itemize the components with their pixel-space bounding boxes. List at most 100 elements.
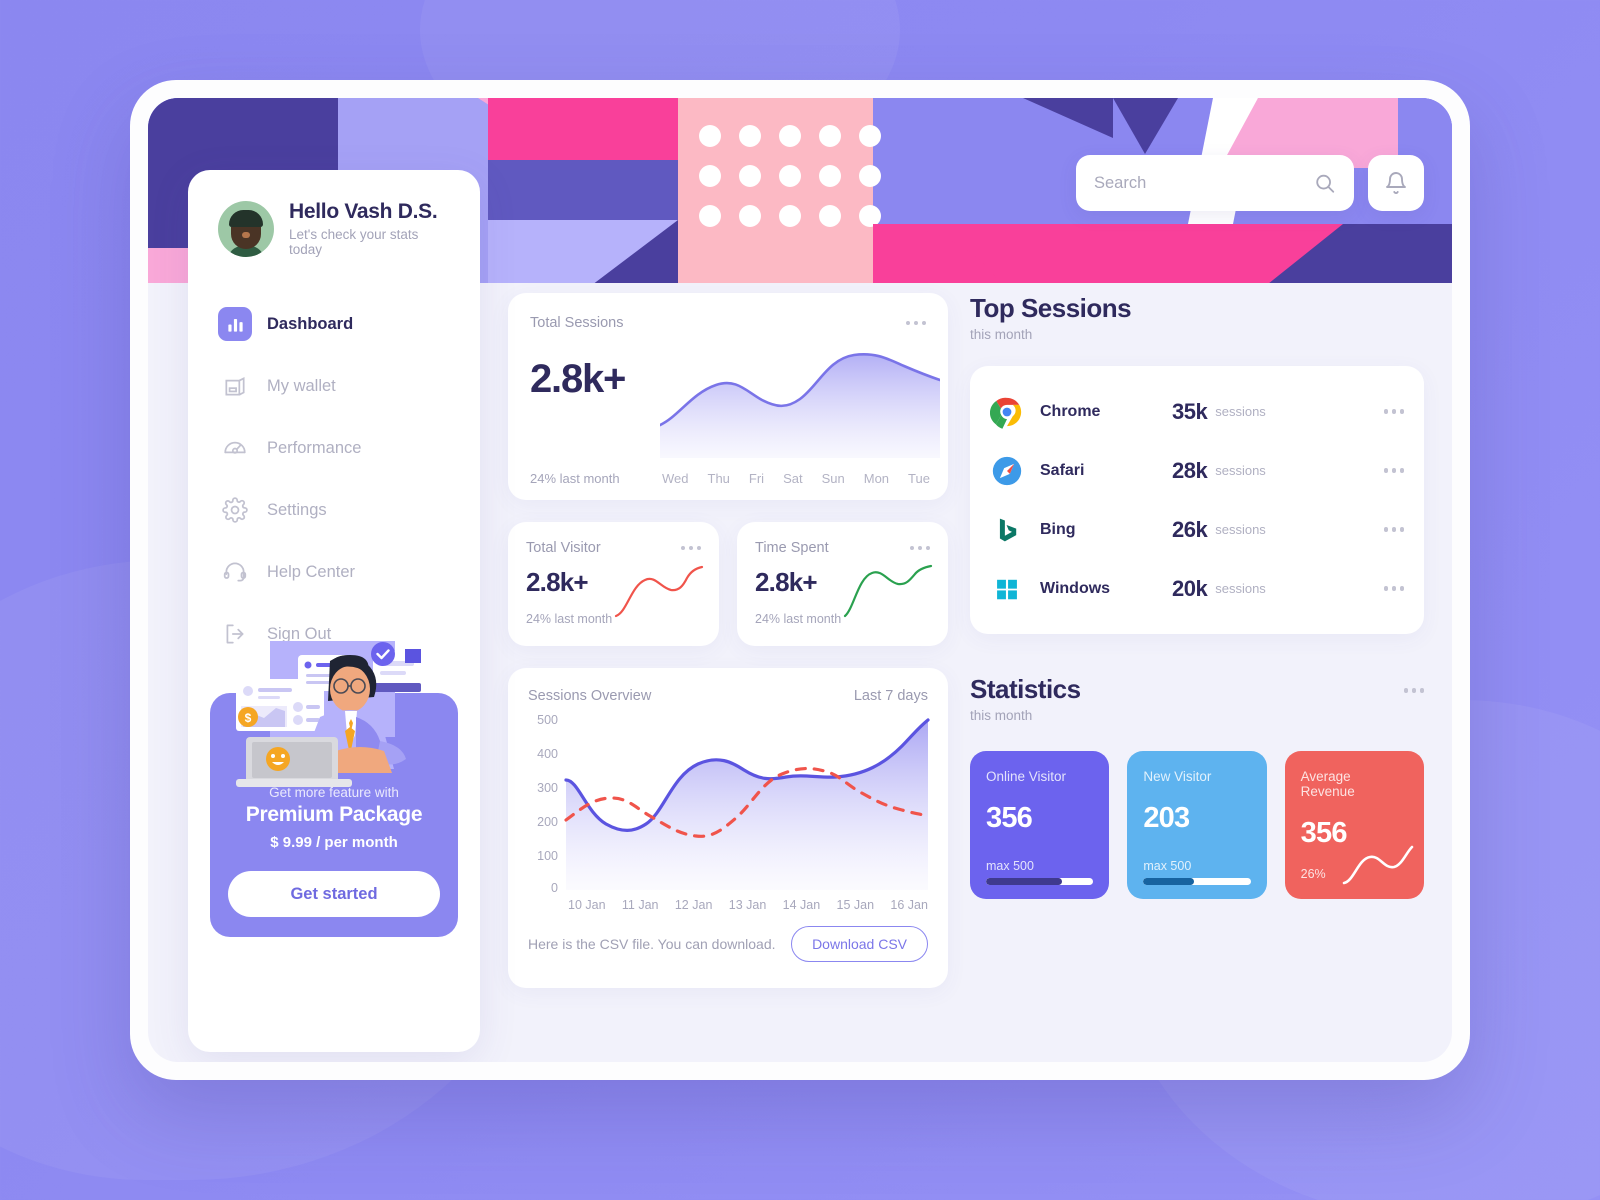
promo-illustration: $: [236, 641, 421, 787]
search-input[interactable]: [1094, 173, 1314, 193]
day-label: Sat: [783, 471, 803, 486]
sidebar-item-help-center[interactable]: Help Center: [188, 541, 480, 603]
table-row[interactable]: Bing 26k sessions: [990, 500, 1404, 559]
brand-label: Safari: [1040, 461, 1085, 479]
avatar: [218, 200, 274, 257]
gear-icon: [218, 493, 252, 527]
y-tick: 400: [537, 747, 558, 761]
app-screen: Hello Vash D.S. Let's check your stats t…: [148, 98, 1452, 1062]
card-title: Total Visitor: [526, 540, 601, 556]
day-label: Mon: [863, 471, 890, 486]
sidebar-item-label: Dashboard: [267, 314, 354, 333]
brand-label: Bing: [1040, 520, 1076, 538]
more-options-icon[interactable]: [1403, 688, 1424, 693]
sessions-overview-chart: 500 400 300 200 100 0 10 Jan 11 Jan 12 J…: [528, 713, 930, 912]
online-visitor-card: Online Visitor 356 max 500: [970, 751, 1110, 899]
more-options-icon[interactable]: [1383, 468, 1404, 473]
time-spent-card: Time Spent 2.8k+ 24% last month: [737, 522, 948, 646]
more-options-icon[interactable]: [1383, 409, 1404, 414]
time-spent-sparkline: [843, 564, 933, 618]
progress-bar: [986, 878, 1094, 885]
top-sessions-header: Top Sessions this month: [970, 293, 1424, 342]
x-tick: 16 Jan: [890, 898, 928, 912]
card-title: Total Sessions: [530, 315, 624, 331]
stat-label: Average Revenue: [1300, 769, 1355, 799]
more-options-icon[interactable]: [909, 545, 930, 551]
card-title: Sessions Overview: [528, 688, 652, 704]
table-row[interactable]: Chrome 35k sessions: [989, 382, 1404, 441]
stat-value: 203: [1143, 802, 1190, 834]
notification-button[interactable]: [1368, 155, 1424, 211]
session-unit: sessions: [1215, 522, 1266, 537]
progress-bar: [1143, 878, 1251, 885]
y-axis-labels: 500 400 300 200 100 0: [528, 713, 562, 895]
total-sessions-card: Total Sessions 2.8k+ 24% last month Wed …: [508, 293, 948, 500]
statistics-subtitle: this month: [970, 708, 1033, 723]
brand-label: Chrome: [1040, 402, 1101, 420]
wallet-icon: [218, 369, 252, 403]
x-tick: 15 Jan: [836, 898, 875, 912]
sidebar-item-settings[interactable]: Settings: [188, 479, 480, 541]
stat-foot: max 500: [986, 859, 1034, 873]
stat-foot: max 500: [1143, 859, 1192, 873]
greeting-subtitle: Let's check your stats today: [289, 227, 419, 257]
safari-icon: [990, 454, 1024, 488]
total-sessions-change: 24% last month: [530, 471, 620, 486]
session-count: 35k: [1172, 398, 1208, 424]
top-sessions-subtitle: this month: [970, 327, 1033, 342]
average-revenue-card: Average Revenue 356 26%: [1284, 751, 1424, 899]
x-axis-labels: 10 Jan 11 Jan 12 Jan 13 Jan 14 Jan 15 Ja…: [568, 898, 928, 912]
more-options-icon[interactable]: [1383, 586, 1404, 591]
y-tick: 300: [537, 781, 558, 795]
session-unit: sessions: [1215, 404, 1266, 419]
average-revenue-sparkline: [1342, 845, 1414, 885]
session-unit: sessions: [1215, 581, 1266, 596]
x-tick: 11 Jan: [621, 898, 659, 912]
mini-cards-row: Total Visitor 2.8k+ 24% last month Time …: [508, 522, 948, 646]
y-tick: 100: [537, 849, 558, 863]
total-sessions-day-labels: Wed Thu Fri Sat Sun Mon Tue: [662, 471, 930, 486]
bell-icon: [1386, 172, 1406, 194]
session-count: 28k: [1172, 457, 1208, 483]
table-row[interactable]: Safari 28k sessions: [990, 441, 1404, 500]
sidebar-item-my-wallet[interactable]: My wallet: [188, 355, 480, 417]
more-options-icon[interactable]: [680, 545, 701, 551]
more-options-icon[interactable]: [1383, 527, 1404, 532]
headset-icon: [218, 555, 252, 589]
session-count: 26k: [1172, 516, 1208, 542]
statistics-title: Statistics: [970, 674, 1081, 704]
download-csv-button[interactable]: Download CSV: [791, 926, 928, 962]
x-tick: 13 Jan: [728, 898, 767, 912]
windows-icon: [990, 572, 1024, 606]
day-label: Wed: [662, 471, 689, 486]
sessions-overview-svg: [564, 718, 930, 890]
sessions-overview-card: Sessions Overview Last 7 days 500 400 30…: [508, 668, 948, 988]
stat-foot: 26%: [1300, 867, 1326, 881]
total-visitor-sparkline: [614, 565, 704, 618]
y-tick: 0: [551, 881, 558, 895]
table-row[interactable]: Windows 20k sessions: [990, 559, 1404, 618]
session-unit: sessions: [1215, 463, 1266, 478]
day-label: Fri: [748, 471, 765, 486]
greeting-title: Hello Vash D.S.: [289, 200, 438, 223]
total-sessions-area-chart: [660, 353, 940, 458]
top-bar: [1076, 155, 1424, 211]
svg-text:$: $: [245, 711, 252, 725]
search-box[interactable]: [1076, 155, 1354, 211]
right-column: Top Sessions this month Chrome 35k sessi…: [970, 293, 1424, 1062]
x-tick: 12 Jan: [674, 898, 713, 912]
statistics-cards: Online Visitor 356 max 500 New Visitor 2…: [970, 751, 1424, 899]
sidebar-item-performance[interactable]: Performance: [188, 417, 480, 479]
more-options-icon[interactable]: [905, 320, 926, 326]
get-started-button[interactable]: Get started: [228, 871, 440, 917]
sidebar-nav: Dashboard My wallet Performance Settings…: [188, 293, 480, 665]
statistics-header: Statistics this month: [970, 674, 1424, 723]
promo-title: Premium Package: [245, 803, 423, 826]
sidebar-item-dashboard[interactable]: Dashboard: [188, 293, 480, 355]
day-label: Thu: [707, 471, 730, 486]
promo-price: $ 9.99 / per month: [270, 834, 398, 851]
y-tick: 200: [537, 815, 558, 829]
sidebar: Hello Vash D.S. Let's check your stats t…: [188, 170, 480, 1052]
new-visitor-card: New Visitor 203 max 500: [1127, 751, 1267, 899]
search-icon[interactable]: [1314, 172, 1336, 195]
